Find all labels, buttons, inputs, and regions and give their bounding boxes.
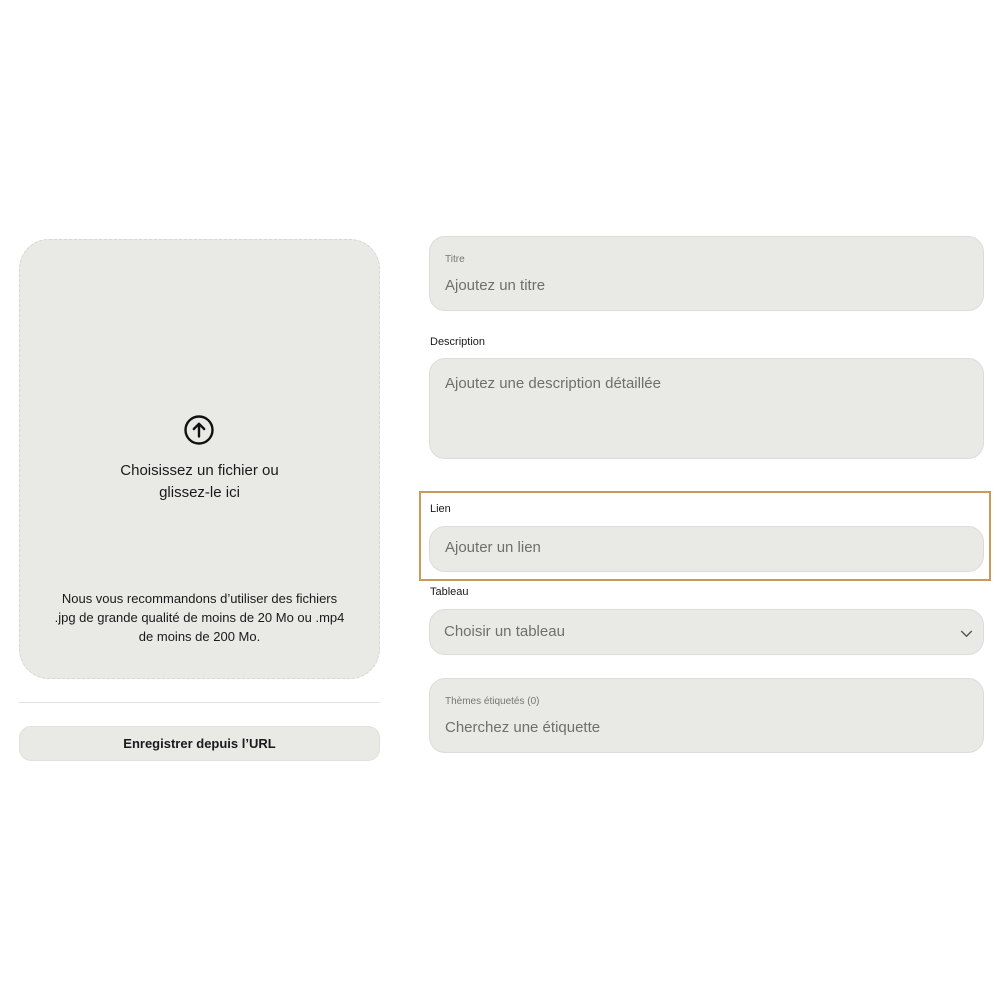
dropzone-hint: Nous vous recommandons d’utiliser des fi… <box>19 589 380 646</box>
tags-field[interactable]: Thèmes étiquetés (0) <box>429 678 984 753</box>
link-field[interactable] <box>429 526 984 572</box>
board-label: Tableau <box>430 586 469 598</box>
divider <box>19 702 380 703</box>
dropzone-hint-line: .jpg de grande qualité de moins de 20 Mo… <box>54 610 345 625</box>
title-input[interactable] <box>445 277 965 294</box>
dropzone-hint-line: de moins de 200 Mo. <box>138 629 261 644</box>
link-input[interactable] <box>445 539 945 556</box>
pin-create-form: Choisissez un fichier ou glissez-le ici … <box>0 0 1000 1000</box>
chevron-down-icon[interactable] <box>960 627 973 640</box>
tags-label: Thèmes étiquetés (0) <box>445 696 540 707</box>
dropzone-title-line: glissez-le ici <box>159 484 240 501</box>
description-input[interactable] <box>445 375 965 445</box>
description-label: Description <box>430 336 486 348</box>
board-select-value: Choisir un tableau <box>444 623 565 640</box>
description-field[interactable] <box>429 358 984 459</box>
title-field[interactable]: Titre <box>429 236 984 311</box>
upload-arrow-icon[interactable] <box>183 414 215 446</box>
board-select[interactable]: Choisir un tableau <box>429 609 984 655</box>
dropzone-title-line: Choisissez un fichier ou <box>120 462 279 479</box>
save-from-url-button[interactable]: Enregistrer depuis l’URL <box>19 726 380 761</box>
link-label: Lien <box>430 503 451 515</box>
dropzone-title: Choisissez un fichier ou glissez-le ici <box>19 460 380 504</box>
tags-search-input[interactable] <box>445 719 965 736</box>
title-label: Titre <box>445 254 465 265</box>
dropzone-hint-line: Nous vous recommandons d’utiliser des fi… <box>61 591 338 606</box>
